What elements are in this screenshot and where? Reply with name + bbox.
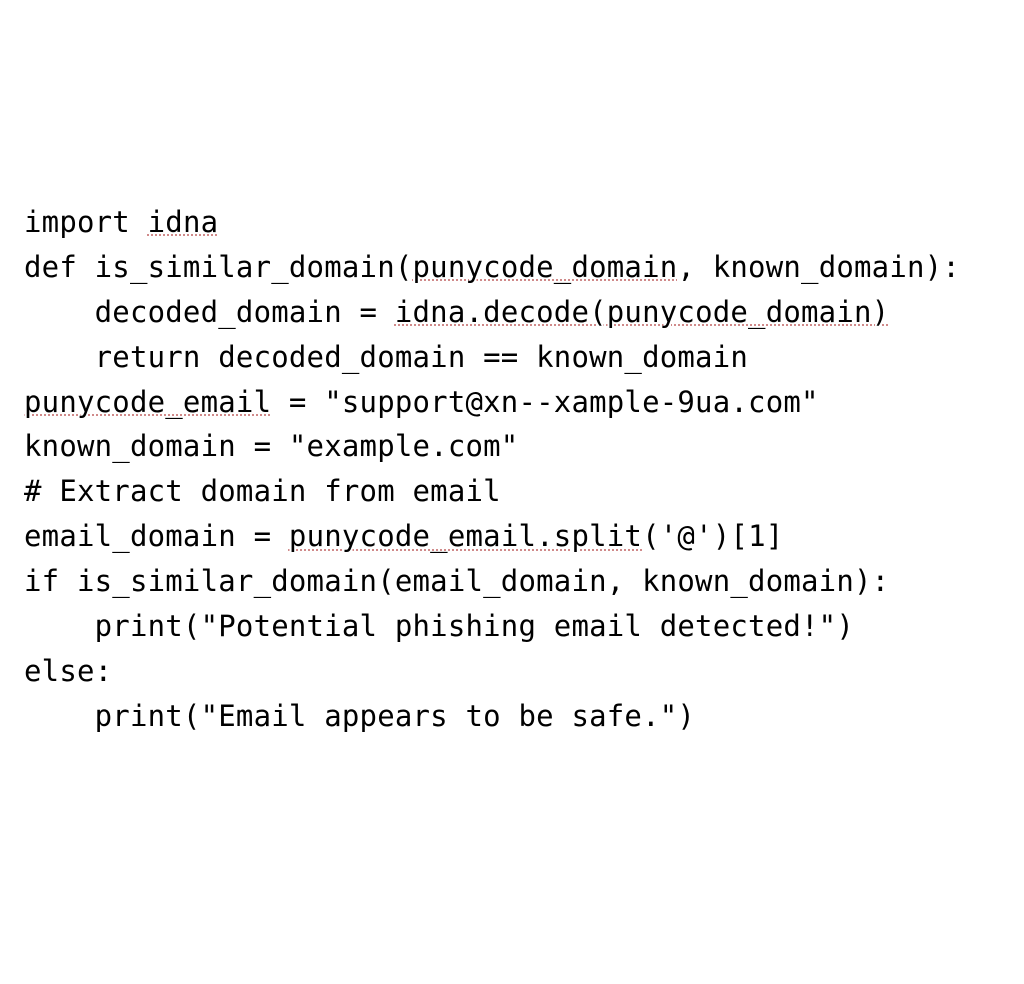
code-segment: email_domain =	[24, 519, 289, 553]
code-segment: = "support@xn--xample-9ua.com"	[271, 385, 818, 419]
code-line: print("Email appears to be safe.")	[24, 694, 1004, 739]
spellcheck-underline-segment: idna.decode(punycode_domain)	[395, 295, 889, 329]
code-line: decoded_domain = idna.decode(punycode_do…	[24, 290, 1004, 335]
code-line: return decoded_domain == known_domain	[24, 335, 1004, 380]
code-segment: # Extract domain from email	[24, 474, 501, 508]
code-line: print("Potential phishing email detected…	[24, 604, 1004, 649]
code-segment: decoded_domain =	[24, 295, 395, 329]
code-line: import idna	[24, 200, 1004, 245]
spellcheck-underline-segment: punycode_domain	[413, 250, 678, 284]
spellcheck-underline-segment: punycode_email.split	[289, 519, 642, 553]
code-segment: print("Email appears to be safe.")	[24, 699, 695, 733]
spellcheck-underline-segment: punycode_email	[24, 385, 271, 419]
code-line: # Extract domain from email	[24, 469, 1004, 514]
code-line: def is_similar_domain(punycode_domain, k…	[24, 245, 1004, 290]
code-segment: ('@')[1]	[642, 519, 783, 553]
code-segment: def is_similar_domain(	[24, 250, 413, 284]
code-segment: else:	[24, 654, 112, 688]
code-segment: known_domain = "example.com"	[24, 429, 518, 463]
code-segment: print("Potential phishing email detected…	[24, 609, 854, 643]
code-segment: if is_similar_domain(email_domain, known…	[24, 564, 889, 598]
code-segment: import	[24, 205, 148, 239]
spellcheck-underline-segment: idna	[148, 205, 219, 239]
code-line: known_domain = "example.com"	[24, 424, 1004, 469]
code-line: punycode_email = "support@xn--xample-9ua…	[24, 380, 1004, 425]
code-line: if is_similar_domain(email_domain, known…	[24, 559, 1004, 604]
code-segment: return decoded_domain == known_domain	[24, 340, 748, 374]
code-line: email_domain = punycode_email.split('@')…	[24, 514, 1004, 559]
code-line: else:	[24, 649, 1004, 694]
code-block: import idnadef is_similar_domain(punycod…	[24, 200, 1004, 739]
code-segment: , known_domain):	[677, 250, 960, 284]
